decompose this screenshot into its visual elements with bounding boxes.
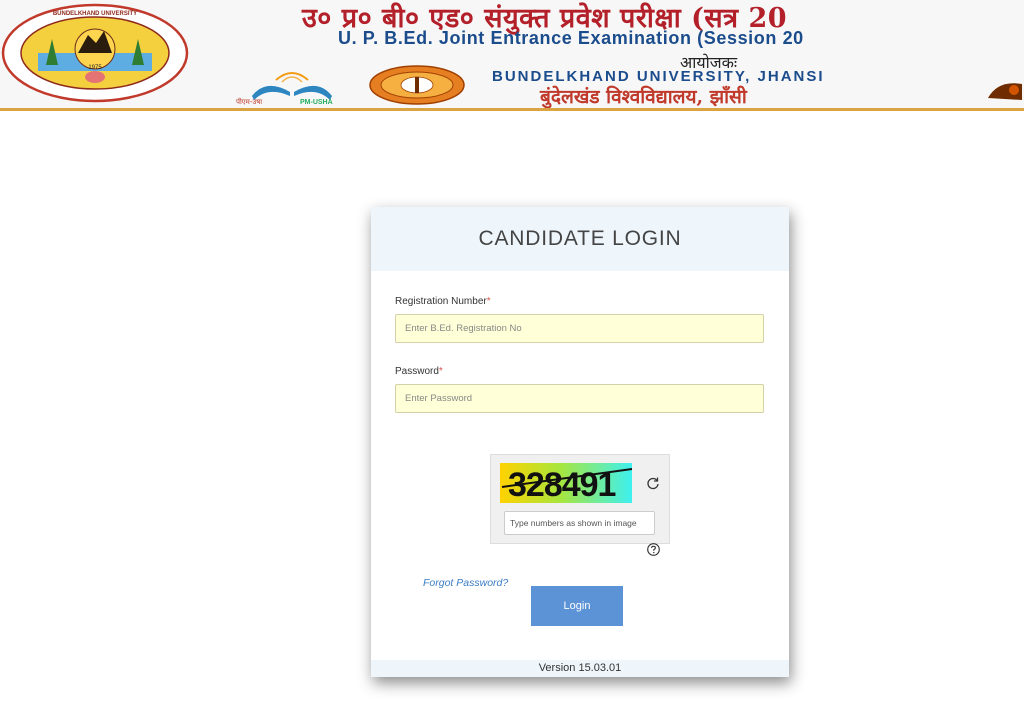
pm-usha-text: PM-USHA <box>300 99 333 106</box>
login-title: CANDIDATE LOGIN <box>478 227 682 250</box>
registration-number-input[interactable] <box>395 314 764 343</box>
logo-text: BUNDELKHAND UNIVERSITY <box>53 11 137 17</box>
logo-year: 1975 <box>88 65 102 71</box>
required-mark: * <box>486 296 491 307</box>
registration-number-label-text: Registration Number <box>395 296 487 307</box>
help-icon[interactable] <box>647 543 660 556</box>
version-footer: Version 15.03.01 <box>371 660 789 677</box>
pm-usha-hindi: पीएम-उषा <box>236 97 262 106</box>
login-button[interactable]: Login <box>531 586 623 626</box>
required-mark: * <box>438 366 443 377</box>
password-input[interactable] <box>395 384 764 413</box>
password-label: Password* <box>395 366 443 377</box>
university-logo: 1975 BUNDELKHAND UNIVERSITY <box>0 3 190 103</box>
exam-title-english: U. P. B.Ed. Joint Entrance Examination (… <box>338 28 804 48</box>
captcha-image: 328491 <box>500 463 632 503</box>
registration-number-label: Registration Number* <box>395 296 491 307</box>
captcha-input[interactable] <box>504 511 655 535</box>
captcha-panel: 328491 <box>490 454 670 544</box>
login-card: CANDIDATE LOGIN Registration Number* Pas… <box>371 207 789 677</box>
password-label-text: Password <box>395 366 439 377</box>
header-banner: 1975 BUNDELKHAND UNIVERSITY उ० प्र० बी० … <box>0 0 1024 108</box>
login-card-header: CANDIDATE LOGIN <box>371 207 789 271</box>
forgot-password-link[interactable]: Forgot Password? <box>423 577 508 589</box>
banner-divider <box>0 108 1024 111</box>
corner-logo <box>984 78 1024 102</box>
university-seal-logo <box>368 65 466 105</box>
pm-usha-logo: पीएम-उषा PM-USHA <box>232 66 352 108</box>
university-name-hindi: बुंदेलखंड विश्वविद्यालय, झाँसी <box>540 86 747 108</box>
refresh-icon[interactable] <box>646 476 660 490</box>
